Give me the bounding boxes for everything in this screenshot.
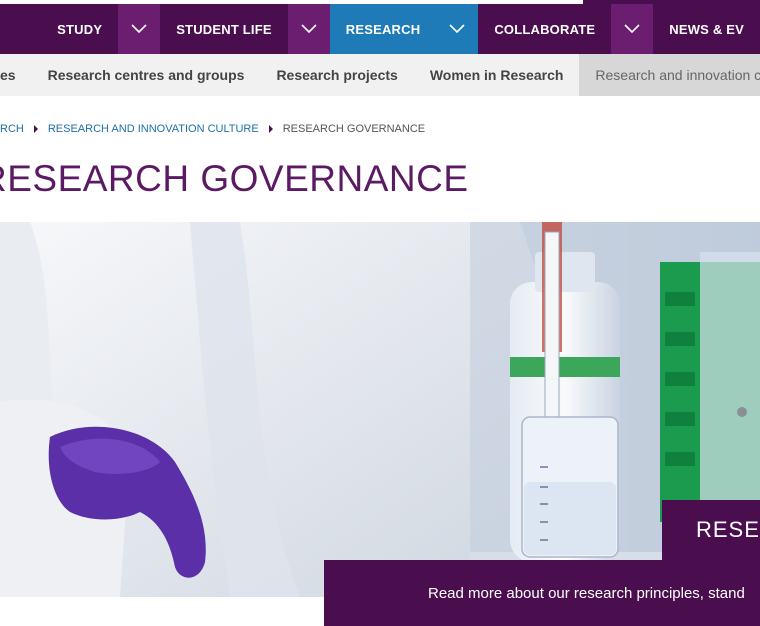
breadcrumb: RCH RESEARCH AND INNOVATION CULTURE RESE… xyxy=(0,122,425,136)
page: STUDY STUDENT LIFE RESEARCH COLLABORATE xyxy=(0,0,760,626)
chevron-down-icon xyxy=(449,24,465,34)
subnav-item-centres-groups[interactable]: Research centres and groups xyxy=(32,54,261,96)
breadcrumb-link-innovation-culture[interactable]: RESEARCH AND INNOVATION CULTURE xyxy=(48,123,259,135)
nav-link-research[interactable]: RESEARCH xyxy=(329,4,437,54)
nav-link-news-events[interactable]: NEWS & EV xyxy=(653,4,760,54)
subnav-item-women-in-research[interactable]: Women in Research xyxy=(414,54,580,96)
chevron-down-icon xyxy=(624,24,640,34)
subnav-item-innovation-culture[interactable]: Research and innovation culture xyxy=(579,54,760,96)
sub-nav: es Research centres and groups Research … xyxy=(0,54,760,96)
nav-toggle-study[interactable] xyxy=(118,4,161,54)
nav-item-news-events[interactable]: NEWS & EV xyxy=(653,4,760,54)
nav-item-research[interactable]: RESEARCH xyxy=(329,4,479,54)
breadcrumb-current: RESEARCH GOVERNANCE xyxy=(282,123,426,135)
page-title: RESEARCH GOVERNANCE xyxy=(0,158,469,199)
subnav-item-projects[interactable]: Research projects xyxy=(260,54,413,96)
hero-tag[interactable]: RESE xyxy=(662,500,760,560)
hero-caption-link[interactable]: Read more about our research principles,… xyxy=(324,560,760,626)
nav-item-collaborate[interactable]: COLLABORATE xyxy=(478,4,654,54)
nav-toggle-collaborate[interactable] xyxy=(611,4,654,54)
lab-scene-illustration xyxy=(0,222,760,597)
chevron-down-icon xyxy=(301,24,317,34)
nav-toggle-student-life[interactable] xyxy=(287,4,330,54)
hero-image xyxy=(0,222,760,597)
nav-link-collaborate[interactable]: COLLABORATE xyxy=(478,4,611,54)
breadcrumb-arrow-icon xyxy=(33,125,38,133)
nav-item-student-life[interactable]: STUDENT LIFE xyxy=(160,4,330,54)
main-nav: STUDY STUDENT LIFE RESEARCH COLLABORATE xyxy=(0,4,760,54)
nav-toggle-research[interactable] xyxy=(436,4,479,54)
nav-link-student-life[interactable]: STUDENT LIFE xyxy=(160,4,288,54)
breadcrumb-arrow-icon xyxy=(268,125,273,133)
nav-item-study[interactable]: STUDY xyxy=(41,4,161,54)
main-nav-spacer xyxy=(0,4,41,54)
breadcrumb-link-research[interactable]: RCH xyxy=(0,123,24,135)
nav-link-study[interactable]: STUDY xyxy=(41,4,118,54)
chevron-down-icon xyxy=(131,24,147,34)
subnav-item-partial[interactable]: es xyxy=(0,54,32,96)
